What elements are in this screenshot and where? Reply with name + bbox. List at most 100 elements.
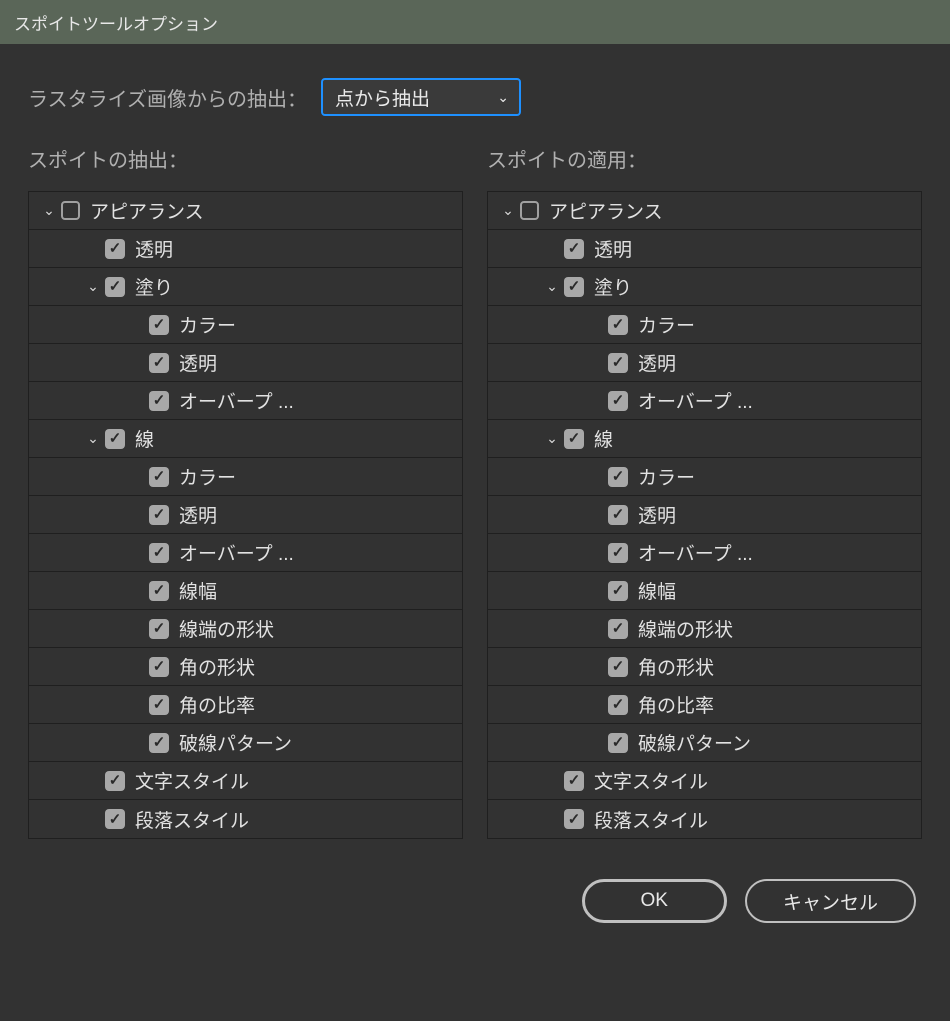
tree-row[interactable]: ⌄✓線 xyxy=(488,420,921,458)
checkbox[interactable]: ✓ xyxy=(149,733,169,753)
tree-row[interactable]: ✓文字スタイル xyxy=(29,762,462,800)
tree-row-label: オーバープ ... xyxy=(638,387,753,414)
checkbox[interactable]: ✓ xyxy=(608,543,628,563)
chevron-down-icon[interactable]: ⌄ xyxy=(81,430,105,447)
tree-row[interactable]: ✓線端の形状 xyxy=(488,610,921,648)
checkbox[interactable]: ✓ xyxy=(149,543,169,563)
checkbox[interactable]: ✓ xyxy=(608,695,628,715)
chevron-down-icon[interactable]: ⌄ xyxy=(540,430,564,447)
tree-row[interactable]: ✓破線パターン xyxy=(488,724,921,762)
checkbox[interactable]: ✓ xyxy=(608,353,628,373)
checkmark-icon: ✓ xyxy=(612,697,625,712)
checkmark-icon: ✓ xyxy=(612,317,625,332)
tree-row[interactable]: ✓カラー xyxy=(488,458,921,496)
tree-row[interactable]: ⌄✓塗り xyxy=(488,268,921,306)
tree-row-label: 透明 xyxy=(594,235,632,262)
checkmark-icon: ✓ xyxy=(568,773,581,788)
checkmark-icon: ✓ xyxy=(153,545,166,560)
checkbox[interactable]: ✓ xyxy=(105,277,125,297)
checkbox[interactable]: ✓ xyxy=(105,771,125,791)
tree-row[interactable]: ✓ 線幅 xyxy=(488,572,921,610)
tree-row[interactable]: ✓破線パターン xyxy=(29,724,462,762)
checkbox[interactable]: ✓ xyxy=(608,733,628,753)
tree-row[interactable]: ✓カラー xyxy=(488,306,921,344)
tree-row-label: アピアランス xyxy=(90,197,204,224)
chevron-down-icon[interactable]: ⌄ xyxy=(37,202,61,219)
checkmark-icon: ✓ xyxy=(612,621,625,636)
checkmark-icon: ✓ xyxy=(153,317,166,332)
tree-row-label: オーバープ ... xyxy=(179,387,294,414)
chevron-down-icon[interactable]: ⌄ xyxy=(540,278,564,295)
checkbox[interactable]: ✓ xyxy=(149,315,169,335)
checkbox[interactable]: ✓ xyxy=(105,809,125,829)
tree-row[interactable]: ✓カラー xyxy=(29,306,462,344)
dialog-titlebar: スポイトツールオプション xyxy=(0,0,950,44)
tree-row[interactable]: ✓カラー xyxy=(29,458,462,496)
checkbox[interactable]: ✓ xyxy=(564,429,584,449)
tree-row[interactable]: ✓透明 xyxy=(29,344,462,382)
chevron-down-icon[interactable]: ⌄ xyxy=(81,278,105,295)
tree-row[interactable]: ✓ 透明 xyxy=(488,230,921,268)
raster-sample-select[interactable]: 点から抽出 ⌄ xyxy=(321,78,521,116)
tree-row[interactable]: ✓オーバープ ... xyxy=(29,534,462,572)
tree-row[interactable]: ✓角の形状 xyxy=(488,648,921,686)
checkbox[interactable]: ✓ xyxy=(608,619,628,639)
tree-row-label: 線幅 xyxy=(638,577,676,604)
checkbox[interactable]: ✓ xyxy=(105,239,125,259)
checkbox[interactable]: ✓ xyxy=(608,657,628,677)
tree-row[interactable]: ✓ 透明 xyxy=(488,344,921,382)
checkmark-icon: ✓ xyxy=(109,279,122,294)
checkbox[interactable]: ✓ xyxy=(149,467,169,487)
tree-row[interactable]: ✓線端の形状 xyxy=(29,610,462,648)
checkbox[interactable] xyxy=(61,201,80,220)
checkbox[interactable]: ✓ xyxy=(608,315,628,335)
tree-row[interactable]: ✓透明 xyxy=(29,230,462,268)
tree-row-label: アピアランス xyxy=(549,197,663,224)
checkbox[interactable]: ✓ xyxy=(608,391,628,411)
tree-row[interactable]: ✓段落スタイル xyxy=(29,800,462,838)
tree-row[interactable]: ✓透明 xyxy=(488,496,921,534)
checkbox[interactable]: ✓ xyxy=(564,771,584,791)
checkmark-icon: ✓ xyxy=(153,621,166,636)
checkmark-icon: ✓ xyxy=(109,241,122,256)
tree-row[interactable]: ⌄ アピアランス xyxy=(29,192,462,230)
checkmark-icon: ✓ xyxy=(153,659,166,674)
tree-row[interactable]: ✓文字スタイル xyxy=(488,762,921,800)
checkbox[interactable]: ✓ xyxy=(149,581,169,601)
chevron-down-icon[interactable]: ⌄ xyxy=(496,202,520,219)
tree-row[interactable]: ⌄✓線 xyxy=(29,420,462,458)
checkbox[interactable]: ✓ xyxy=(564,239,584,259)
checkbox[interactable]: ✓ xyxy=(105,429,125,449)
checkbox[interactable]: ✓ xyxy=(608,581,628,601)
tree-row[interactable]: ✓ オーバープ ... xyxy=(29,382,462,420)
checkbox[interactable]: ✓ xyxy=(608,467,628,487)
tree-row-label: 透明 xyxy=(638,349,676,376)
tree-row[interactable]: ✓角の形状 xyxy=(29,648,462,686)
checkbox[interactable]: ✓ xyxy=(149,657,169,677)
tree-row-label: 角の比率 xyxy=(638,691,714,718)
checkbox[interactable]: ✓ xyxy=(149,353,169,373)
checkbox[interactable]: ✓ xyxy=(564,277,584,297)
checkbox[interactable] xyxy=(520,201,539,220)
tree-row[interactable]: ✓ 角の比率 xyxy=(488,686,921,724)
checkmark-icon: ✓ xyxy=(612,735,625,750)
checkbox[interactable]: ✓ xyxy=(149,391,169,411)
apply-column-header: スポイトの適用： xyxy=(487,144,922,173)
checkbox[interactable]: ✓ xyxy=(564,809,584,829)
checkbox[interactable]: ✓ xyxy=(149,695,169,715)
checkbox[interactable]: ✓ xyxy=(608,505,628,525)
tree-row[interactable]: ✓線幅 xyxy=(29,572,462,610)
tree-row[interactable]: ⌄✓塗り xyxy=(29,268,462,306)
tree-row[interactable]: ✓透明 xyxy=(29,496,462,534)
tree-row[interactable]: ✓段落スタイル xyxy=(488,800,921,838)
tree-row[interactable]: ✓オーバープ ... xyxy=(488,534,921,572)
tree-row[interactable]: ✓ オーバープ ... xyxy=(488,382,921,420)
checkmark-icon: ✓ xyxy=(153,469,166,484)
checkbox[interactable]: ✓ xyxy=(149,619,169,639)
tree-row[interactable]: ⌄ アピアランス xyxy=(488,192,921,230)
checkbox[interactable]: ✓ xyxy=(149,505,169,525)
checkmark-icon: ✓ xyxy=(612,659,625,674)
cancel-button[interactable]: キャンセル xyxy=(745,879,916,923)
ok-button[interactable]: OK xyxy=(582,879,727,923)
tree-row[interactable]: ✓角の比率 xyxy=(29,686,462,724)
